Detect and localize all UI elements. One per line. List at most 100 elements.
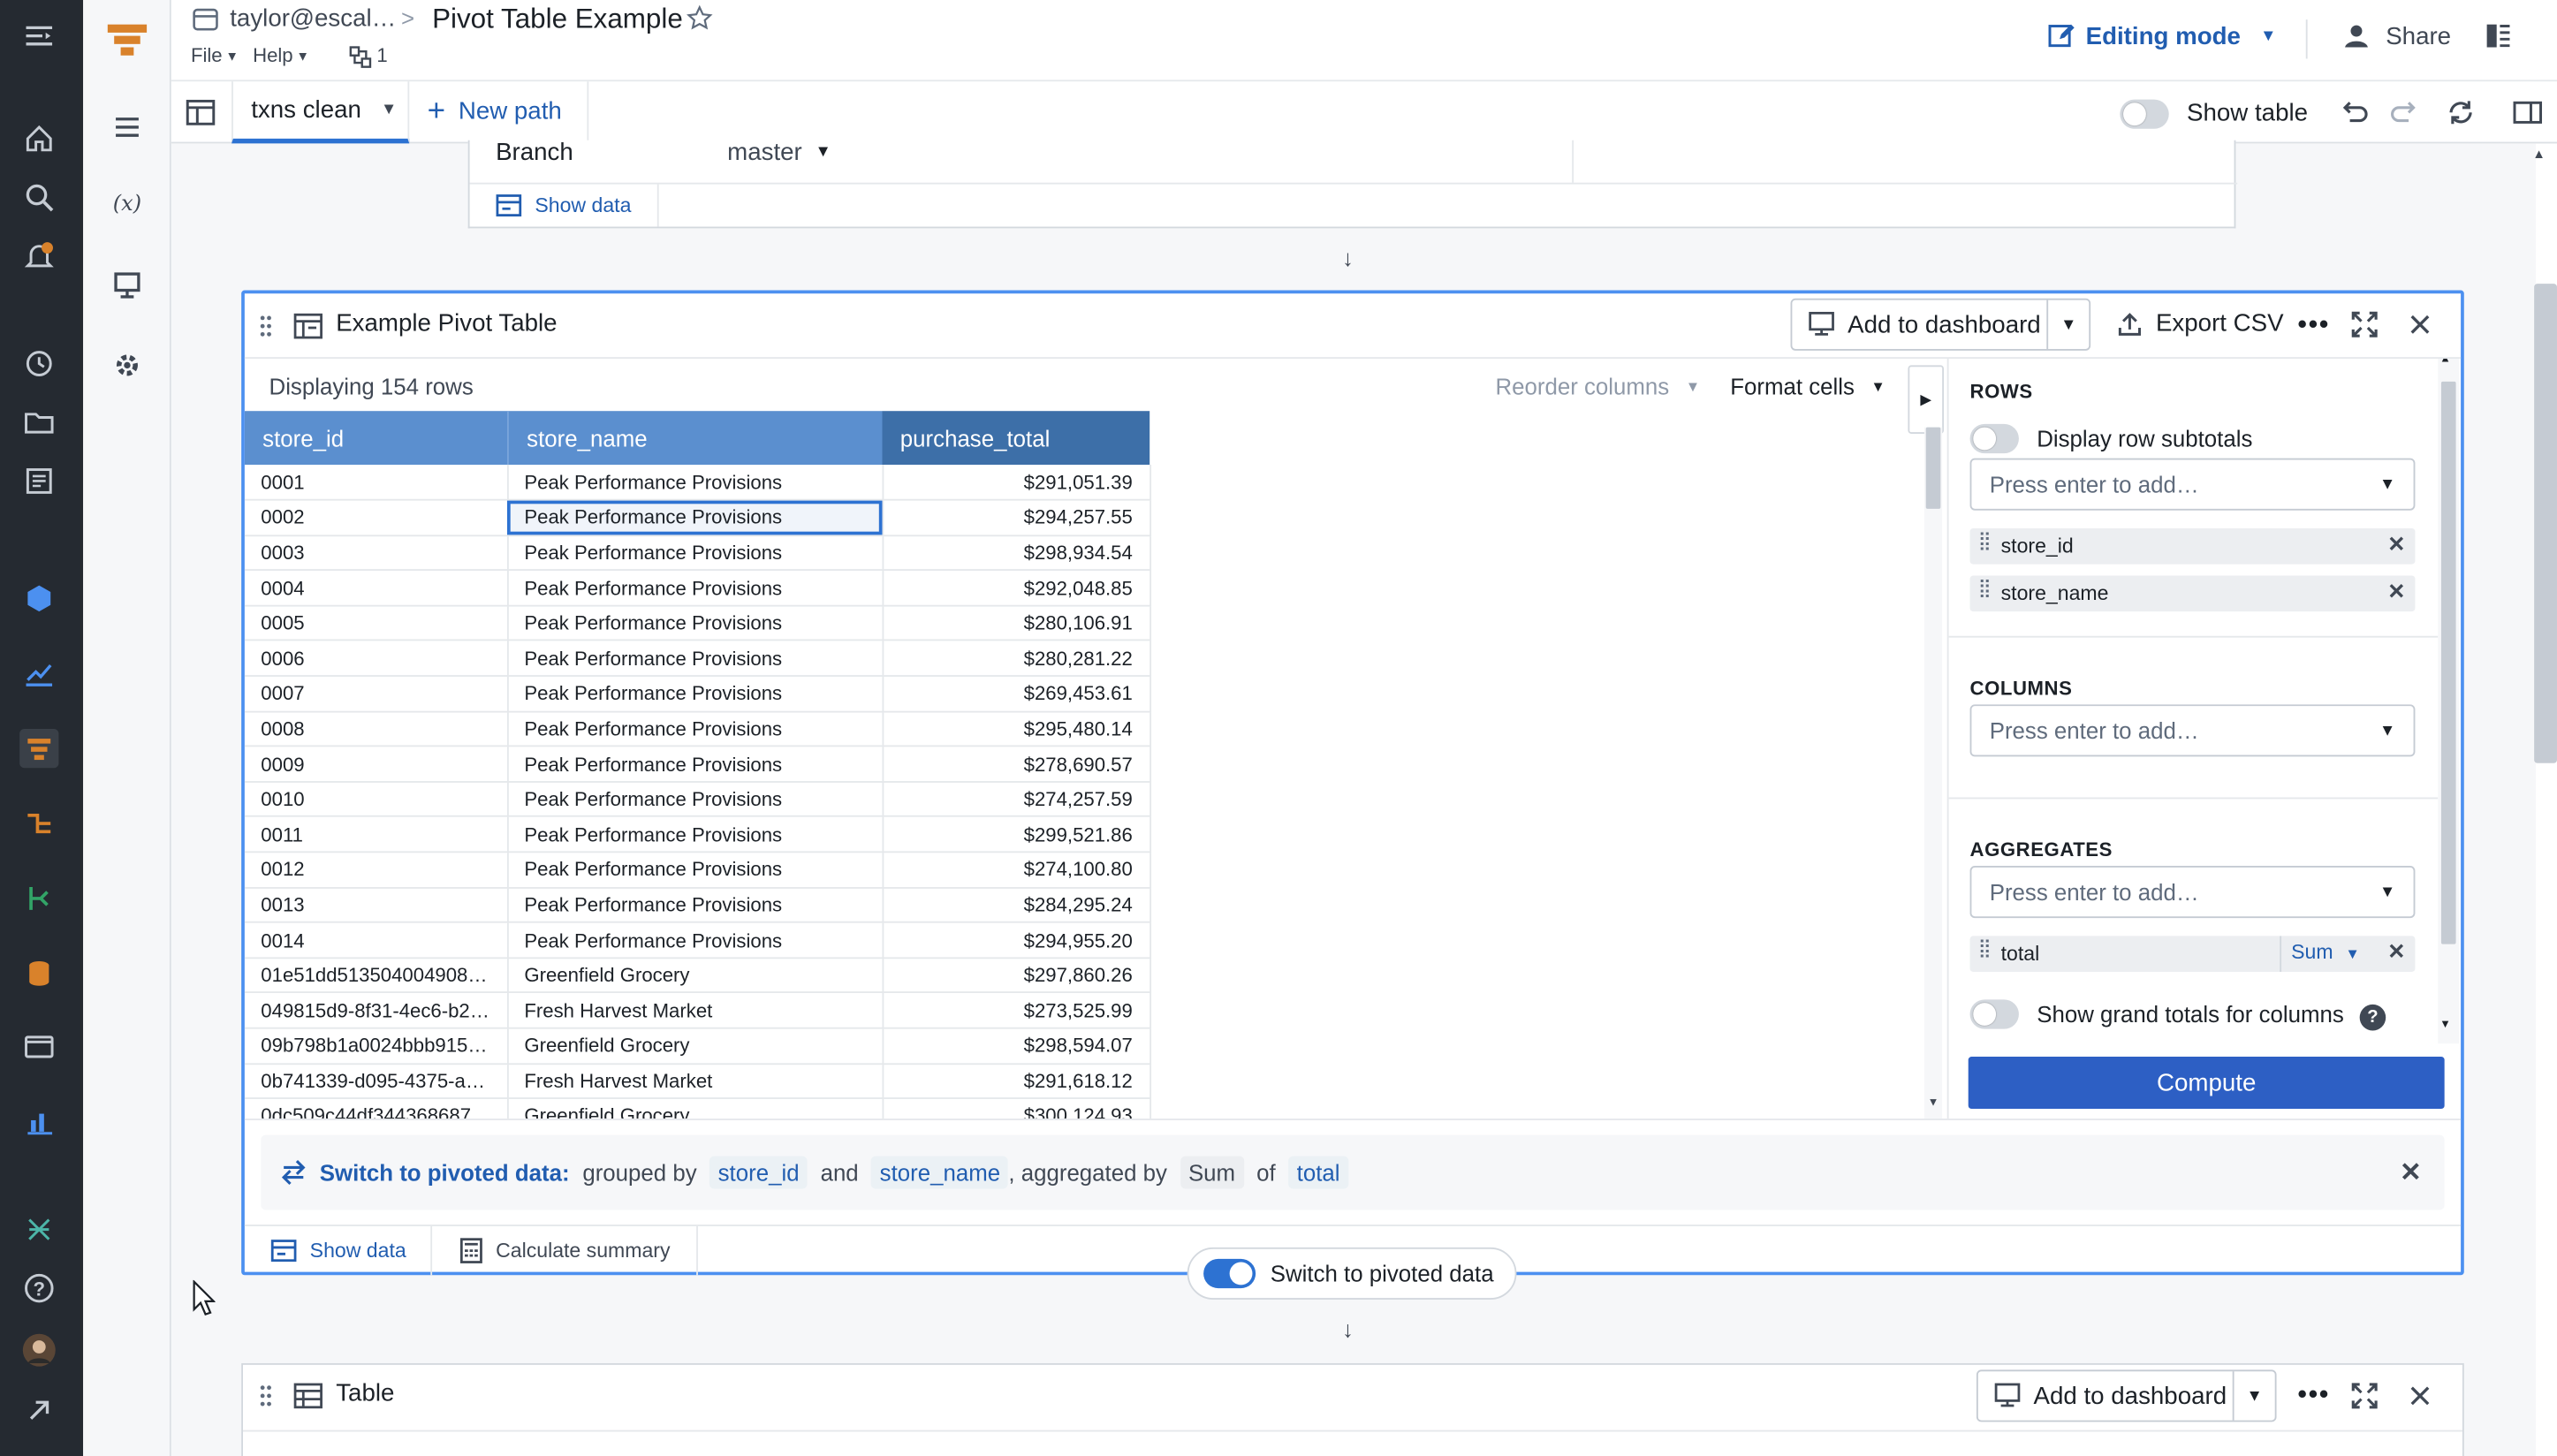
catalog-icon[interactable] xyxy=(19,461,58,500)
cube-app-icon[interactable] xyxy=(19,579,58,618)
add-to-dashboard-button[interactable]: Add to dashboard xyxy=(1978,1371,2235,1421)
cell-purchase-total[interactable]: $278,690.57 xyxy=(882,746,1151,783)
canvas-scrollbar-thumb[interactable] xyxy=(2534,284,2557,763)
cell-store-name[interactable]: Peak Performance Provisions xyxy=(507,852,884,889)
config-scrollbar[interactable]: ▲ ▼ xyxy=(2438,359,2460,1044)
cell-store-id[interactable]: 0008 xyxy=(244,710,508,747)
cell-store-id[interactable]: 0005 xyxy=(244,605,508,642)
folder-icon[interactable] xyxy=(19,403,58,442)
switch-pivoted-pill[interactable]: Switch to pivoted data xyxy=(1187,1247,1517,1300)
help-icon[interactable]: ? xyxy=(19,1269,58,1308)
cell-purchase-total[interactable]: $284,295.24 xyxy=(882,887,1151,924)
cell-store-name[interactable]: Peak Performance Provisions xyxy=(507,641,884,678)
switch-pivoted-toggle[interactable] xyxy=(1203,1258,1256,1289)
reorder-columns-button[interactable]: Reorder columns ▼ xyxy=(1495,374,1700,400)
add-to-dashboard-caret[interactable]: ▼ xyxy=(2048,300,2089,349)
rows-add-select[interactable]: Press enter to add… ▼ xyxy=(1969,458,2416,511)
outline-list-icon[interactable] xyxy=(108,108,147,147)
drag-handle-icon[interactable]: ⣿ xyxy=(1978,577,1992,598)
format-cells-button[interactable]: Format cells ▼ xyxy=(1730,374,1886,400)
drag-handle-icon[interactable]: ⣿ xyxy=(1978,530,1992,551)
aggregate-tag-total[interactable]: ⣿ total Sum ▼ ✕ xyxy=(1969,936,2416,973)
scroll-down-icon[interactable]: ▼ xyxy=(1928,1097,1939,1109)
cell-store-id[interactable]: 01e51dd513504004908… xyxy=(244,957,508,994)
cell-store-name[interactable]: Peak Performance Provisions xyxy=(507,781,884,818)
grand-totals-toggle[interactable] xyxy=(1969,999,2019,1029)
path-tab[interactable]: txns clean ▼ xyxy=(231,81,410,144)
cell-store-name[interactable]: Peak Performance Provisions xyxy=(507,535,884,572)
panel-toggle-icon[interactable] xyxy=(2513,98,2543,127)
cell-store-id[interactable]: 0002 xyxy=(244,499,508,536)
columns-add-select[interactable]: Press enter to add… ▼ xyxy=(1969,704,2416,757)
cell-purchase-total[interactable]: $298,594.07 xyxy=(882,1028,1151,1065)
home-icon[interactable] xyxy=(19,119,58,158)
new-path-button[interactable]: + New path xyxy=(428,95,562,126)
remove-tag-icon[interactable]: ✕ xyxy=(2387,532,2405,558)
close-icon[interactable] xyxy=(2407,1383,2433,1409)
show-table-toggle[interactable] xyxy=(2120,99,2169,129)
line-chart-app-icon[interactable] xyxy=(19,654,58,693)
cell-store-id[interactable]: 0011 xyxy=(244,816,508,853)
cell-store-name[interactable]: Fresh Harvest Market xyxy=(507,992,884,1029)
more-options-icon[interactable]: ••• xyxy=(2298,1381,2331,1410)
cell-store-id[interactable]: 0001 xyxy=(244,465,508,501)
cell-purchase-total[interactable]: $294,955.20 xyxy=(882,922,1151,959)
aggregates-add-select[interactable]: Press enter to add… ▼ xyxy=(1969,866,2416,919)
display-row-subtotals-toggle[interactable] xyxy=(1969,423,2019,454)
page-title[interactable]: Pivot Table Example xyxy=(432,4,683,36)
avatar[interactable] xyxy=(19,1331,58,1369)
pivot-show-data-button[interactable]: Show data xyxy=(245,1225,433,1276)
remove-tag-icon[interactable]: ✕ xyxy=(2387,579,2405,605)
upper-show-data-button[interactable]: Show data xyxy=(470,184,659,227)
cell-purchase-total[interactable]: $274,257.59 xyxy=(882,781,1151,818)
collapse-menu-icon[interactable] xyxy=(19,16,58,55)
cell-purchase-total[interactable]: $292,048.85 xyxy=(882,570,1151,607)
cell-store-name[interactable]: Peak Performance Provisions xyxy=(507,816,884,853)
cell-purchase-total[interactable]: $280,281.22 xyxy=(882,641,1151,678)
table-scrollbar-thumb[interactable] xyxy=(1925,427,1941,509)
cell-store-id[interactable]: 049815d9-8f31-4ec6-b2… xyxy=(244,992,508,1029)
cell-store-name[interactable]: Peak Performance Provisions xyxy=(507,676,884,712)
column-header-store-name[interactable]: store_name xyxy=(507,411,883,466)
dashboard-icon[interactable] xyxy=(108,266,147,305)
maximize-icon[interactable] xyxy=(2351,311,2378,338)
compute-button[interactable]: Compute xyxy=(1968,1056,2445,1110)
row-tag-store-id[interactable]: ⣿ store_id ✕ xyxy=(1969,527,2416,565)
cell-purchase-total[interactable]: $274,100.80 xyxy=(882,852,1151,889)
parameters-icon[interactable]: (x) xyxy=(108,185,147,224)
cell-purchase-total[interactable]: $273,525.99 xyxy=(882,992,1151,1029)
history-icon[interactable] xyxy=(19,344,58,383)
table-view-icon[interactable] xyxy=(186,99,216,126)
sidebar-panel-icon[interactable] xyxy=(2484,21,2513,50)
aggregate-function-select[interactable]: Sum ▼ xyxy=(2291,941,2360,964)
pipeline-app-icon[interactable] xyxy=(19,804,58,843)
cell-store-id[interactable]: 0007 xyxy=(244,676,508,712)
cell-store-id[interactable]: 0010 xyxy=(244,781,508,818)
export-csv-button[interactable]: Export CSV xyxy=(2117,310,2284,337)
contour-app-icon[interactable] xyxy=(19,729,59,769)
code-repo-app-icon[interactable] xyxy=(19,879,58,918)
undo-icon[interactable] xyxy=(2341,98,2370,127)
redo-icon[interactable] xyxy=(2389,98,2418,127)
cell-purchase-total[interactable]: $269,453.61 xyxy=(882,676,1151,712)
cell-store-name[interactable]: Peak Performance Provisions xyxy=(507,746,884,783)
scroll-down-icon[interactable]: ▼ xyxy=(2439,1020,2451,1031)
cell-purchase-total[interactable]: $297,860.26 xyxy=(882,957,1151,994)
drag-handle-icon[interactable] xyxy=(258,313,274,339)
cell-purchase-total[interactable]: $291,051.39 xyxy=(882,465,1151,501)
cell-store-id[interactable]: 0004 xyxy=(244,570,508,607)
cell-purchase-total[interactable]: $280,106.91 xyxy=(882,605,1151,642)
cell-store-id[interactable]: 0012 xyxy=(244,852,508,889)
maximize-icon[interactable] xyxy=(2351,1383,2378,1409)
notifications-icon[interactable] xyxy=(19,237,58,276)
cell-store-id[interactable]: 0014 xyxy=(244,922,508,959)
cell-store-id[interactable]: 0009 xyxy=(244,746,508,783)
cell-store-name[interactable]: Peak Performance Provisions xyxy=(507,710,884,747)
table-card-title[interactable]: Table xyxy=(336,1379,394,1407)
breadcrumb-owner[interactable]: taylor@escal… xyxy=(230,5,396,33)
refresh-icon[interactable] xyxy=(2446,98,2475,127)
search-icon[interactable] xyxy=(19,178,58,216)
column-header-purchase-total[interactable]: purchase_total xyxy=(882,411,1150,466)
cell-store-id[interactable]: 0dc509c44df344368687… xyxy=(244,1098,508,1119)
cell-purchase-total[interactable]: $294,257.55 xyxy=(882,499,1151,536)
